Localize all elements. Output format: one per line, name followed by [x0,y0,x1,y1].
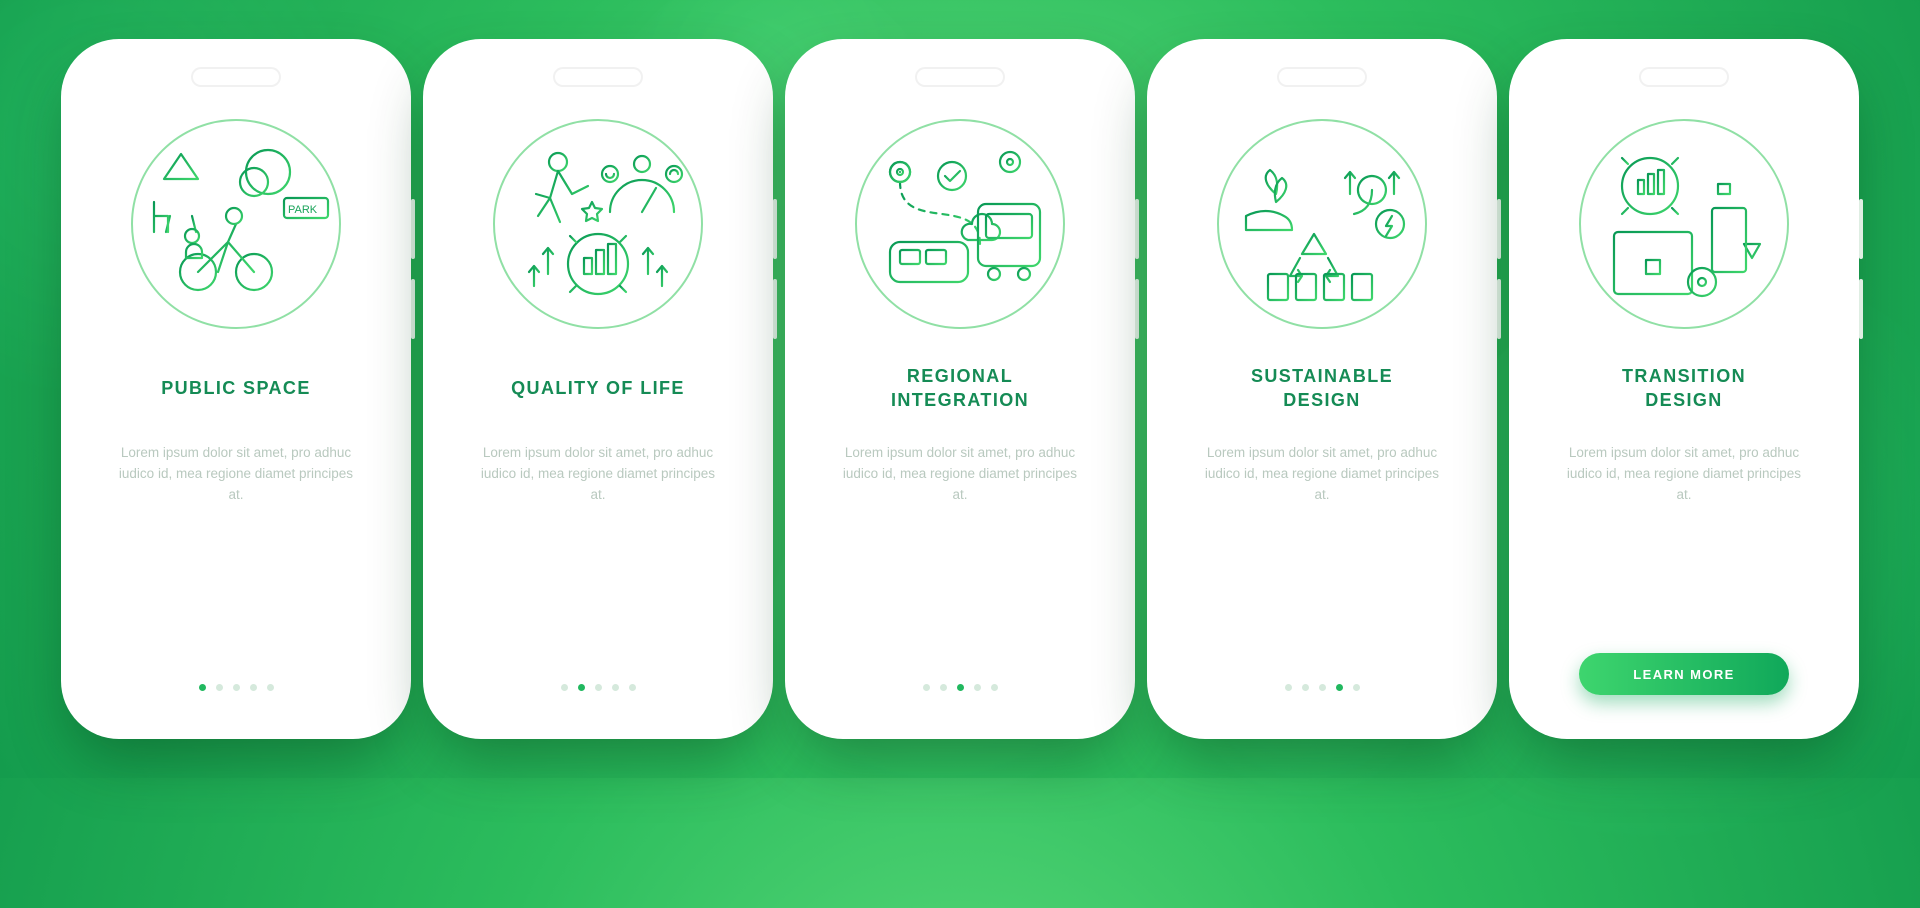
page-dot[interactable] [216,684,223,691]
page-dot[interactable] [957,684,964,691]
card-title: TRANSITION DESIGN [1622,363,1746,413]
page-dot[interactable] [1285,684,1292,691]
public-space-icon: PARK [131,119,341,329]
page-dot[interactable] [1319,684,1326,691]
page-indicator[interactable] [199,684,274,691]
page-dot[interactable] [629,684,636,691]
page-dot[interactable] [561,684,568,691]
quality-of-life-icon [493,119,703,329]
page-dot[interactable] [199,684,206,691]
page-dot[interactable] [923,684,930,691]
onboarding-card-transition-design: TRANSITION DESIGN Lorem ipsum dolor sit … [1519,49,1849,729]
page-dot[interactable] [974,684,981,691]
page-dot[interactable] [233,684,240,691]
page-dot[interactable] [1302,684,1309,691]
card-description: Lorem ipsum dolor sit amet, pro adhuc iu… [1559,443,1809,533]
page-dot[interactable] [1336,684,1343,691]
card-title: QUALITY OF LIFE [511,363,685,413]
phone-row: PARK PUBLIC SPACE Lorem ipsum dolor sit … [71,49,1849,729]
page-dot[interactable] [578,684,585,691]
svg-text:PARK: PARK [288,204,318,216]
page-dot[interactable] [1353,684,1360,691]
card-description: Lorem ipsum dolor sit amet, pro adhuc iu… [1197,443,1447,533]
page-dot[interactable] [595,684,602,691]
page-dot[interactable] [991,684,998,691]
onboarding-card-regional-integration: REGIONAL INTEGRATION Lorem ipsum dolor s… [795,49,1125,729]
onboarding-card-public-space: PARK PUBLIC SPACE Lorem ipsum dolor sit … [71,49,401,729]
card-title: PUBLIC SPACE [161,363,310,413]
card-description: Lorem ipsum dolor sit amet, pro adhuc iu… [835,443,1085,533]
regional-integration-icon [855,119,1065,329]
sustainable-design-icon [1217,119,1427,329]
transition-design-icon [1579,119,1789,329]
page-dot[interactable] [940,684,947,691]
learn-more-button[interactable]: LEARN MORE [1579,653,1789,695]
card-title: REGIONAL INTEGRATION [891,363,1029,413]
page-dot[interactable] [612,684,619,691]
page-indicator[interactable] [923,684,998,691]
page-indicator[interactable] [561,684,636,691]
card-title: SUSTAINABLE DESIGN [1251,363,1393,413]
onboarding-card-sustainable-design: SUSTAINABLE DESIGN Lorem ipsum dolor sit… [1157,49,1487,729]
card-description: Lorem ipsum dolor sit amet, pro adhuc iu… [111,443,361,533]
page-indicator[interactable] [1285,684,1360,691]
card-description: Lorem ipsum dolor sit amet, pro adhuc iu… [473,443,723,533]
onboarding-card-quality-of-life: QUALITY OF LIFE Lorem ipsum dolor sit am… [433,49,763,729]
page-dot[interactable] [250,684,257,691]
page-dot[interactable] [267,684,274,691]
